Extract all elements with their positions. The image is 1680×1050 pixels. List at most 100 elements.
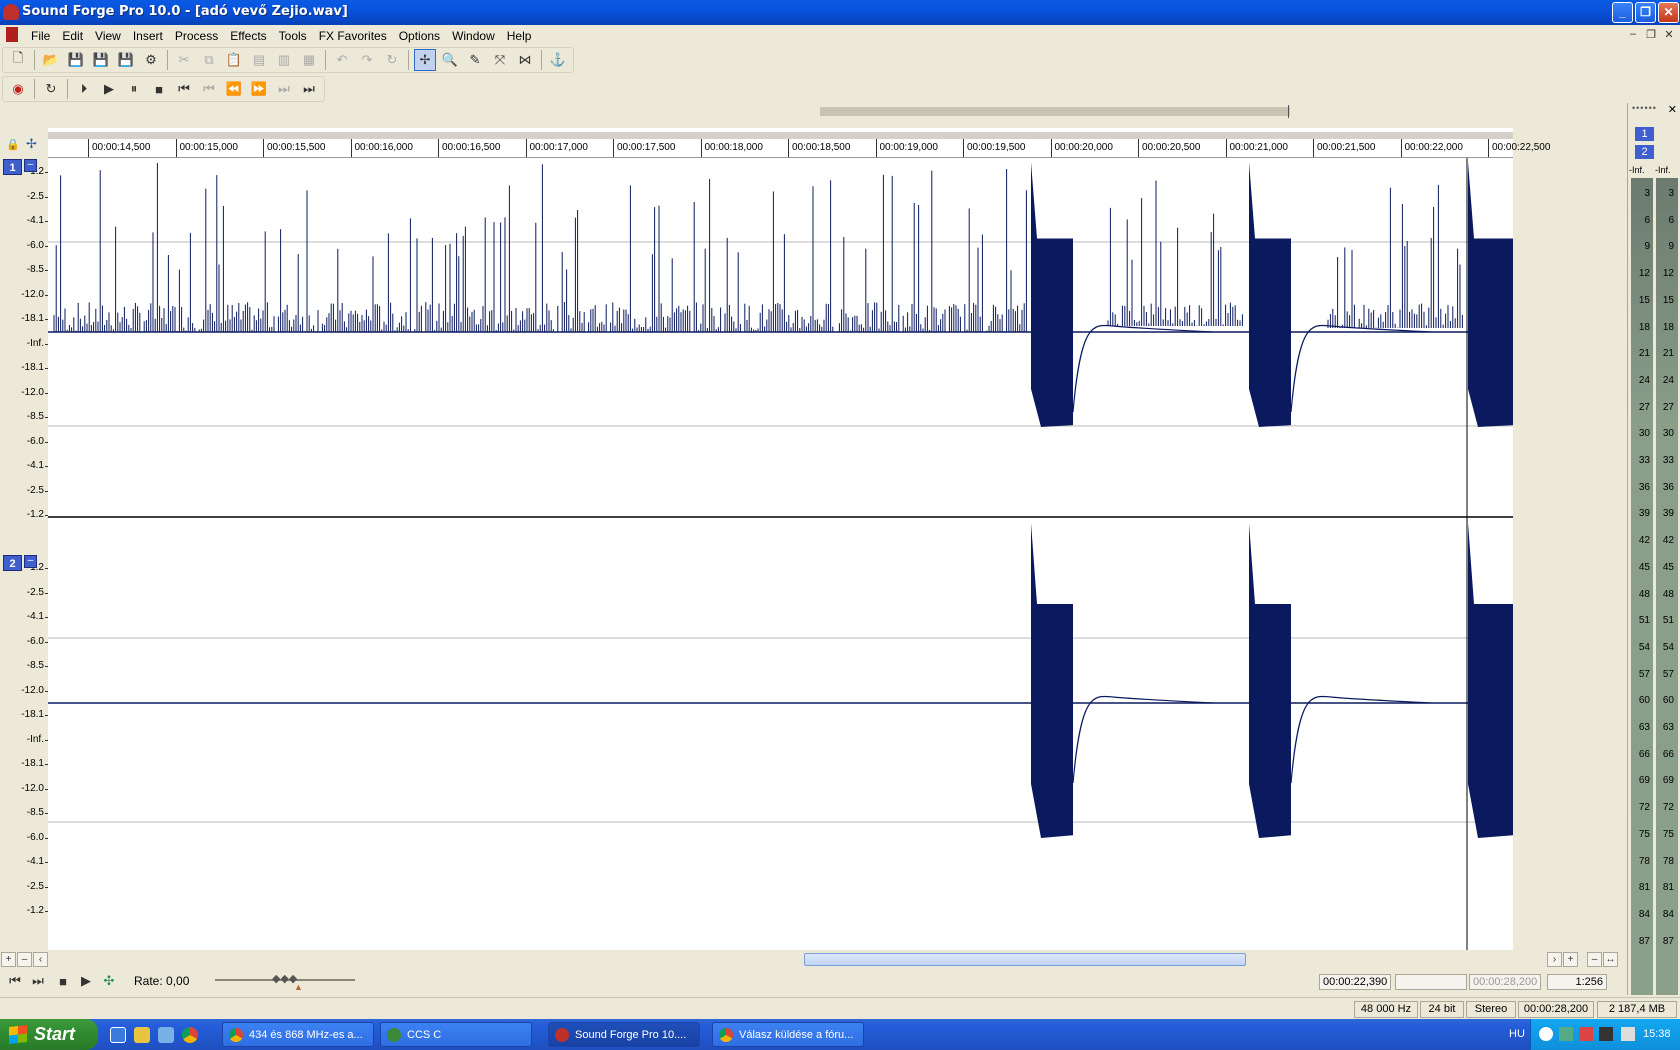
trim-icon[interactable]: ▦: [298, 49, 320, 71]
minimize-button[interactable]: _: [1612, 2, 1633, 23]
status-disk-space[interactable]: 2 187,4 MB: [1597, 1001, 1677, 1018]
menu-options[interactable]: Options: [393, 28, 446, 44]
menu-insert[interactable]: Insert: [127, 28, 169, 44]
scroll-thumb[interactable]: [804, 953, 1246, 966]
fast-forward-icon[interactable]: ⏩: [248, 78, 270, 100]
tray-volume-icon[interactable]: [1599, 1027, 1613, 1041]
go-to-end-icon[interactable]: ⏭: [298, 78, 320, 100]
render-icon[interactable]: ⚙: [140, 49, 162, 71]
taskbar-task[interactable]: 434 és 868 MHz-es a...: [222, 1022, 374, 1047]
taskbar-task[interactable]: Sound Forge Pro 10....: [548, 1022, 700, 1047]
show-desktop-icon[interactable]: [110, 1027, 126, 1043]
rate-slider-thumb[interactable]: ◆◆◆: [272, 972, 297, 985]
file-length-dim[interactable]: 00:00:28,200: [1469, 974, 1541, 990]
pause-icon[interactable]: ⏸: [123, 78, 145, 100]
copy-icon[interactable]: ⧉: [198, 49, 220, 71]
channel-2-minimize-icon[interactable]: –: [24, 555, 37, 568]
menu-process[interactable]: Process: [169, 28, 224, 44]
lock-icon[interactable]: 🔒: [6, 138, 20, 151]
mdi-restore-icon[interactable]: ❐: [1644, 28, 1658, 41]
language-indicator[interactable]: HU: [1509, 1028, 1525, 1040]
quicklaunch-chrome-icon[interactable]: [182, 1027, 198, 1043]
tray-network-icon[interactable]: [1559, 1027, 1573, 1041]
channel-1-minimize-icon[interactable]: –: [24, 159, 37, 172]
tray-app-icon[interactable]: [1621, 1027, 1635, 1041]
pencil-tool-icon[interactable]: ✎: [464, 49, 486, 71]
loop-icon[interactable]: ↻: [40, 78, 62, 100]
stop-icon[interactable]: ■: [148, 78, 170, 100]
status-bit-depth[interactable]: 24 bit: [1420, 1001, 1464, 1018]
meters-close-icon[interactable]: ✕: [1668, 103, 1677, 116]
redo-icon[interactable]: ↷: [356, 49, 378, 71]
waveform-display[interactable]: [48, 158, 1513, 950]
play-icon[interactable]: ▶: [98, 78, 120, 100]
horizontal-scrollbar[interactable]: + – ‹ › + – ↔: [0, 951, 1618, 968]
rewind-icon[interactable]: ⏪: [223, 78, 245, 100]
menu-fx-favorites[interactable]: FX Favorites: [313, 28, 393, 44]
status-length[interactable]: 00:00:28,200: [1518, 1001, 1594, 1018]
soundforge-app-icon[interactable]: [3, 4, 19, 20]
overview-bar[interactable]: [0, 103, 1513, 121]
zoom-ratio[interactable]: 1:256: [1547, 974, 1607, 990]
menu-help[interactable]: Help: [501, 28, 538, 44]
menu-effects[interactable]: Effects: [224, 28, 272, 44]
status-sample-rate[interactable]: 48 000 Hz: [1354, 1001, 1418, 1018]
document-icon[interactable]: [6, 27, 18, 42]
menu-edit[interactable]: Edit: [56, 28, 89, 44]
mini-go-to-start-icon[interactable]: ⏮: [4, 970, 26, 992]
play-all-icon[interactable]: ⏵: [73, 78, 95, 100]
cut-icon[interactable]: ✂: [173, 49, 195, 71]
zoom-out-vertical-icon[interactable]: –: [17, 952, 32, 967]
envelope-tool-icon[interactable]: ⤧: [489, 49, 511, 71]
zoom-out-icon[interactable]: –: [1587, 952, 1602, 967]
close-button[interactable]: ✕: [1658, 2, 1679, 23]
save-as-icon[interactable]: 💾: [90, 49, 112, 71]
menu-view[interactable]: View: [89, 28, 127, 44]
time-ruler[interactable]: 00:00:14,500 00:00:15,000 00:00:15,500 00:0…: [48, 128, 1550, 158]
mini-stop-icon[interactable]: ■: [52, 970, 74, 992]
meter-channel-2-badge[interactable]: 2: [1635, 145, 1654, 159]
overview-view-region[interactable]: [820, 107, 1290, 116]
magnify-tool-icon[interactable]: 🔍: [439, 49, 461, 71]
record-icon[interactable]: ◉: [7, 78, 29, 100]
menu-tools[interactable]: Tools: [273, 28, 313, 44]
mix-icon[interactable]: ▤: [248, 49, 270, 71]
go-to-start-icon[interactable]: ⏮: [173, 78, 195, 100]
zoom-in-icon[interactable]: +: [1563, 952, 1578, 967]
meter-channel-1-badge[interactable]: 1: [1635, 127, 1654, 141]
ruler-mode-icon[interactable]: ✢: [26, 136, 37, 152]
tray-security-icon[interactable]: [1579, 1027, 1593, 1041]
quicklaunch-app-icon[interactable]: [134, 1027, 150, 1043]
undo-icon[interactable]: ↶: [331, 49, 353, 71]
open-folder-icon[interactable]: 📂: [40, 49, 62, 71]
taskbar-task[interactable]: Válasz küldése a fóru...: [712, 1022, 864, 1047]
snap-icon[interactable]: ⚓: [547, 49, 569, 71]
next-icon[interactable]: ⏭: [273, 78, 295, 100]
paste-new-icon[interactable]: ▥: [273, 49, 295, 71]
scroll-left-icon[interactable]: ‹: [33, 952, 48, 967]
status-channels[interactable]: Stereo: [1466, 1001, 1516, 1018]
restore-button[interactable]: ❐: [1635, 2, 1656, 23]
start-button[interactable]: Start: [0, 1019, 98, 1050]
new-file-icon[interactable]: 🗋: [7, 49, 29, 71]
meters-grip[interactable]: ••••••: [1632, 103, 1657, 113]
selection-length[interactable]: [1395, 974, 1467, 990]
mdi-minimize-icon[interactable]: –: [1626, 28, 1640, 40]
mini-scrub-icon[interactable]: ✣: [98, 970, 120, 992]
menu-file[interactable]: File: [25, 28, 56, 44]
quicklaunch-explorer-icon[interactable]: [158, 1027, 174, 1043]
mdi-close-icon[interactable]: ✕: [1662, 28, 1676, 41]
mini-play-icon[interactable]: ▶: [75, 970, 97, 992]
save-icon[interactable]: 💾: [65, 49, 87, 71]
paste-icon[interactable]: 📋: [223, 49, 245, 71]
previous-icon[interactable]: ⏮: [198, 78, 220, 100]
save-all-icon[interactable]: 💾: [115, 49, 137, 71]
channel-2-badge[interactable]: 2: [3, 555, 22, 571]
zoom-in-vertical-icon[interactable]: +: [1, 952, 16, 967]
cursor-position[interactable]: 00:00:22,390: [1319, 974, 1391, 990]
event-tool-icon[interactable]: ⋈: [514, 49, 536, 71]
taskbar-task[interactable]: CCS C: [380, 1022, 532, 1047]
edit-tool-icon[interactable]: ✢: [414, 49, 436, 71]
tray-back-icon[interactable]: [1539, 1027, 1553, 1041]
menu-window[interactable]: Window: [446, 28, 501, 44]
